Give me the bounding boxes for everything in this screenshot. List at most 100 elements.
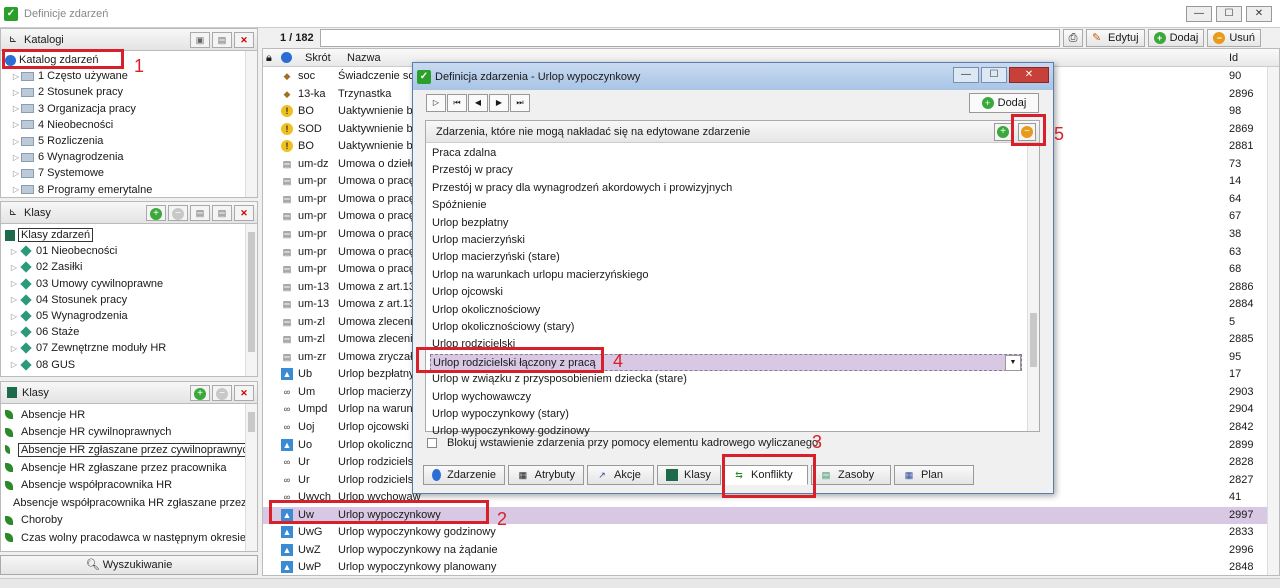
tree-item-class[interactable]: ▷ 06 Staże — [1, 324, 257, 340]
klasy-bottom-scrollbar[interactable] — [245, 404, 257, 551]
tree-item-class[interactable]: ▷ 02 Zasiłki — [1, 259, 257, 275]
conflicts-scrollbar[interactable] — [1027, 143, 1039, 431]
nav-next-button[interactable]: ▶ — [489, 94, 509, 112]
dialog-close-button[interactable]: ✕ — [1009, 67, 1049, 83]
conflict-item[interactable]: Urlop bezpłatny — [430, 215, 1022, 232]
list-item-class[interactable]: Czas wolny pracodawca w następnym okresi… — [1, 529, 257, 547]
expand-icon[interactable]: ▷ — [9, 344, 19, 353]
edit-folder-button[interactable]: ▤ — [212, 32, 232, 48]
dialog-add-button[interactable]: + Dodaj — [969, 93, 1039, 113]
list-item-class[interactable]: Choroby — [1, 512, 257, 530]
col-header-code[interactable]: Skrót — [305, 52, 331, 64]
conflict-item[interactable]: Urlop w związku z przysposobieniem dziec… — [430, 371, 1022, 388]
nav-new-button[interactable]: ▷ — [426, 94, 446, 112]
expand-icon[interactable]: ▷ — [9, 360, 19, 369]
dialog-minimize-button[interactable]: — — [953, 67, 979, 83]
delete-folder-button[interactable]: ✕ — [234, 32, 254, 48]
nav-first-button[interactable]: ⏮ — [447, 94, 467, 112]
table-row[interactable]: ▲ UwP Urlop wypoczynkowy planowany 2848 — [263, 559, 1267, 575]
conflict-item[interactable]: Urlop macierzyński — [430, 232, 1022, 249]
tree-item-class[interactable]: ▷ 05 Wynagrodzenia — [1, 308, 257, 324]
list-search-input[interactable] — [320, 29, 1060, 47]
minimize-button[interactable]: — — [1186, 6, 1212, 22]
delete-class-button[interactable]: ✕ — [234, 205, 254, 221]
tree-item-catalog[interactable]: ▷ 4 Nieobecności — [1, 117, 257, 133]
tab-plan[interactable]: ▦ Plan — [894, 465, 974, 485]
list-item-class[interactable]: Absencje HR zgłaszane przez cywilnoprawn… — [1, 441, 257, 459]
expand-icon[interactable]: ▷ — [11, 169, 21, 178]
chevron-down-icon[interactable]: ▼ — [1005, 354, 1021, 371]
block-insert-checkbox[interactable] — [427, 438, 437, 448]
tree-item-catalog[interactable]: ▷ 3 Organizacja pracy — [1, 101, 257, 117]
tree-item-class[interactable]: ▷ 04 Stosunek pracy — [1, 292, 257, 308]
expand-icon[interactable]: ▷ — [9, 279, 19, 288]
conflict-item[interactable]: Urlop na warunkach urlopu macierzyńskieg… — [430, 267, 1022, 284]
copy-class-button[interactable]: ▤ — [212, 205, 232, 221]
add-class-button[interactable]: + — [190, 385, 210, 401]
expand-icon[interactable]: ▷ — [11, 72, 21, 81]
expand-icon[interactable]: ▷ — [11, 88, 21, 97]
add-button[interactable]: + Dodaj — [1147, 29, 1205, 47]
delete-class-button[interactable]: ✕ — [234, 385, 254, 401]
expand-icon[interactable]: ▷ — [11, 185, 21, 194]
expand-icon[interactable]: ▷ — [11, 120, 21, 129]
conflict-item[interactable]: Urlop okolicznościowy — [430, 302, 1022, 319]
conflict-item[interactable]: Przestój w pracy dla wynagrodzeń akordow… — [430, 180, 1022, 197]
print-button[interactable]: ⎙ — [1063, 29, 1083, 47]
expand-icon[interactable]: ▷ — [9, 312, 19, 321]
expand-icon[interactable]: ▷ — [9, 328, 19, 337]
expand-icon[interactable]: ▷ — [11, 104, 21, 113]
add-class-button[interactable]: + — [146, 205, 166, 221]
conflict-item[interactable]: Urlop okolicznościowy (stary) — [430, 319, 1022, 336]
katalogi-scrollbar[interactable] — [245, 51, 257, 197]
expand-icon[interactable]: ▷ — [9, 295, 19, 304]
tree-item-catalog[interactable]: ▷ 5 Rozliczenia — [1, 133, 257, 149]
tree-item-class[interactable]: ▷ 07 Zewnętrzne moduły HR — [1, 340, 257, 356]
maximize-button[interactable]: ☐ — [1216, 6, 1242, 22]
conflict-item[interactable]: Urlop wychowawczy — [430, 389, 1022, 406]
dialog-maximize-button[interactable]: ☐ — [981, 67, 1007, 83]
tree-item-catalog[interactable]: ▷ 1 Często używane — [1, 68, 257, 84]
tab-zdarzenie[interactable]: Zdarzenie — [423, 465, 505, 485]
col-header-name[interactable]: Nazwa — [347, 52, 381, 64]
delete-button[interactable]: − Usuń — [1207, 29, 1262, 47]
expand-icon[interactable]: ▷ — [9, 247, 19, 256]
tree-item-class[interactable]: ▷ 03 Umowy cywilnoprawne — [1, 276, 257, 292]
tree-item-class[interactable]: ▷ 01 Nieobecności — [1, 243, 257, 259]
nav-last-button[interactable]: ⏭ — [510, 94, 530, 112]
list-item-class[interactable]: Absencje HR — [1, 406, 257, 424]
tree-item-catalog[interactable]: ▷ 2 Stosunek pracy — [1, 84, 257, 100]
conflict-item[interactable]: Praca zdalna — [430, 145, 1022, 162]
tree-item-catalog[interactable]: ▷ 8 Programy emerytalne — [1, 182, 257, 198]
conflict-item[interactable]: Urlop wypoczynkowy (stary) — [430, 406, 1022, 423]
tree-item-catalog[interactable]: ▷ 7 Systemowe — [1, 165, 257, 181]
list-item-class[interactable]: Absencje współpracownika HR — [1, 476, 257, 494]
tab-klasy[interactable]: Klasy — [657, 465, 721, 485]
tree-item-class[interactable]: ▷ 08 GUS — [1, 357, 257, 373]
conflict-item[interactable]: Spóźnienie — [430, 197, 1022, 214]
conflict-item[interactable]: Przestój w pracy — [430, 162, 1022, 179]
edit-button[interactable]: ✎ Edytuj — [1086, 29, 1145, 47]
list-item-class[interactable]: Absencje HR cywilnoprawnych — [1, 424, 257, 442]
list-item-class[interactable]: Absencje HR zgłaszane przez pracownika — [1, 459, 257, 477]
nav-prev-button[interactable]: ◀ — [468, 94, 488, 112]
tab-atrybuty[interactable]: ▦ Atrybuty — [508, 465, 584, 485]
col-header-id[interactable]: Id — [1229, 52, 1238, 64]
list-scrollbar[interactable] — [1267, 67, 1279, 575]
close-button[interactable]: ✕ — [1246, 6, 1272, 22]
table-row[interactable]: ▲ UwG Urlop wypoczynkowy godzinowy 2833 — [263, 524, 1267, 542]
conflict-item[interactable]: Urlop ojcowski — [430, 284, 1022, 301]
expand-icon[interactable]: ▷ — [11, 137, 21, 146]
table-row[interactable]: ▲ UwZ Urlop wypoczynkowy na żądanie 2996 — [263, 542, 1267, 560]
list-item-class[interactable]: Absencje współpracownika HR zgłaszane pr… — [1, 494, 257, 512]
add-conflict-button[interactable]: + — [994, 123, 1012, 141]
search-button[interactable]: 🔍︎ Wyszukiwanie — [0, 555, 258, 575]
tab-akcje[interactable]: ↗ Akcje — [587, 465, 654, 485]
tab-zasoby[interactable]: ▤ Zasoby — [811, 465, 891, 485]
conflict-item[interactable]: Urlop macierzyński (stare) — [430, 249, 1022, 266]
remove-class-button[interactable]: − — [212, 385, 232, 401]
expand-icon[interactable]: ▷ — [9, 263, 19, 272]
klasy-top-scrollbar[interactable] — [245, 224, 257, 376]
add-folder-button[interactable]: ▣ — [190, 32, 210, 48]
tree-root-klasy[interactable]: Klasy zdarzeń — [1, 227, 257, 243]
